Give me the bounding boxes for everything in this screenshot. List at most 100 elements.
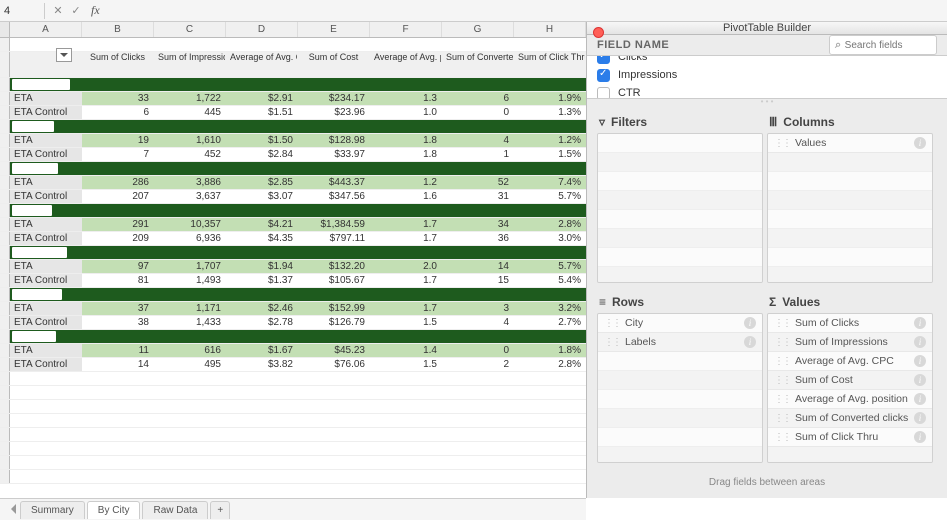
cell[interactable] [370,78,442,91]
filters-area[interactable] [597,133,763,283]
info-icon[interactable]: i [914,431,926,443]
cell[interactable] [226,470,298,483]
cell[interactable] [514,120,586,133]
cell[interactable]: 19 [82,134,154,147]
cell[interactable] [298,428,370,441]
values-area[interactable]: ⋮⋮Sum of Clicksi⋮⋮Sum of Impressionsi⋮⋮A… [767,313,933,463]
cell[interactable]: ETA [10,302,82,315]
drag-handle-icon[interactable]: ⋮⋮ [774,413,790,424]
cell[interactable] [442,330,514,343]
cell[interactable] [298,470,370,483]
cell[interactable] [370,204,442,217]
cell[interactable]: $3.07 [226,190,298,203]
cell[interactable] [10,162,82,175]
cell[interactable] [82,330,154,343]
column-header[interactable]: A [10,22,82,37]
cell[interactable]: 38 [82,316,154,329]
drag-handle-icon[interactable]: ⋮⋮ [774,432,790,443]
cell[interactable] [514,204,586,217]
confirm-icon[interactable]: ✓ [67,4,85,17]
cell[interactable] [226,414,298,427]
cell[interactable]: $23.96 [298,106,370,119]
cell[interactable] [154,78,226,91]
cell[interactable] [154,414,226,427]
cell[interactable] [154,162,226,175]
cell[interactable] [82,204,154,217]
checkbox[interactable] [597,87,610,100]
cell[interactable] [298,246,370,259]
cell[interactable] [82,162,154,175]
cell[interactable]: Sum of Converted clicks [442,52,514,77]
cell[interactable]: 1.8% [514,344,586,357]
cell[interactable] [10,330,82,343]
sheet-tab[interactable]: By City [87,501,141,519]
cell[interactable]: 7.4% [514,176,586,189]
cell[interactable] [442,372,514,385]
cell[interactable] [298,78,370,91]
cell[interactable] [442,204,514,217]
cell[interactable]: 5.7% [514,260,586,273]
cell[interactable] [82,386,154,399]
cell[interactable] [442,246,514,259]
cell[interactable]: $2.84 [226,148,298,161]
column-header[interactable]: D [226,22,298,37]
cell[interactable] [226,204,298,217]
add-sheet-button[interactable]: + [210,501,230,519]
cell[interactable]: 1,433 [154,316,226,329]
cell[interactable] [154,38,226,51]
cell[interactable]: $1.94 [226,260,298,273]
cell[interactable]: 1.7 [370,274,442,287]
drag-handle-icon[interactable]: ⋮⋮ [774,138,790,149]
area-item[interactable]: ⋮⋮Labelsi [598,333,762,352]
cell[interactable]: $1.50 [226,134,298,147]
cell[interactable] [514,162,586,175]
cell[interactable]: 81 [82,274,154,287]
cell[interactable]: Average of Avg. CPC [226,52,298,77]
cell[interactable] [226,386,298,399]
info-icon[interactable]: i [914,412,926,424]
cell[interactable] [514,78,586,91]
cell[interactable] [370,372,442,385]
cell[interactable]: $3.82 [226,358,298,371]
cell[interactable] [442,38,514,51]
checkbox[interactable] [597,69,610,82]
cell[interactable]: $2.46 [226,302,298,315]
cell[interactable]: 1.9% [514,92,586,105]
area-item[interactable]: ⋮⋮Average of Avg. positioni [768,390,932,409]
cell[interactable]: 11 [82,344,154,357]
cell[interactable] [370,246,442,259]
cell[interactable] [442,288,514,301]
cell[interactable] [442,470,514,483]
cell[interactable] [82,288,154,301]
field-row[interactable]: Impressions [587,66,947,84]
cell[interactable] [226,288,298,301]
cell[interactable]: 1 [442,148,514,161]
area-item[interactable]: ⋮⋮Sum of Costi [768,371,932,390]
cell[interactable] [226,120,298,133]
cell[interactable] [298,330,370,343]
cell[interactable]: 3 [442,302,514,315]
cell[interactable] [370,120,442,133]
cell[interactable]: ETA [10,176,82,189]
cell[interactable] [442,414,514,427]
cell[interactable]: Sum of Cost [298,52,370,77]
field-row[interactable]: Clicks [587,56,947,66]
info-icon[interactable]: i [914,355,926,367]
cell[interactable] [226,78,298,91]
cell[interactable]: 34 [442,218,514,231]
drag-handle-icon[interactable]: ⋮⋮ [774,337,790,348]
cell[interactable]: $1.67 [226,344,298,357]
cell[interactable]: $45.23 [298,344,370,357]
cell[interactable]: $126.79 [298,316,370,329]
cell[interactable]: ETA Control [10,190,82,203]
info-icon[interactable]: i [914,336,926,348]
cell[interactable] [442,428,514,441]
drag-handle-icon[interactable]: ⋮⋮ [774,318,790,329]
sheet-tab[interactable]: Summary [20,501,85,519]
cell[interactable]: 3.2% [514,302,586,315]
cell[interactable]: 0 [442,106,514,119]
cell[interactable] [154,428,226,441]
cell[interactable]: 1.8 [370,148,442,161]
cell[interactable]: 4 [442,316,514,329]
cell[interactable]: $1.37 [226,274,298,287]
